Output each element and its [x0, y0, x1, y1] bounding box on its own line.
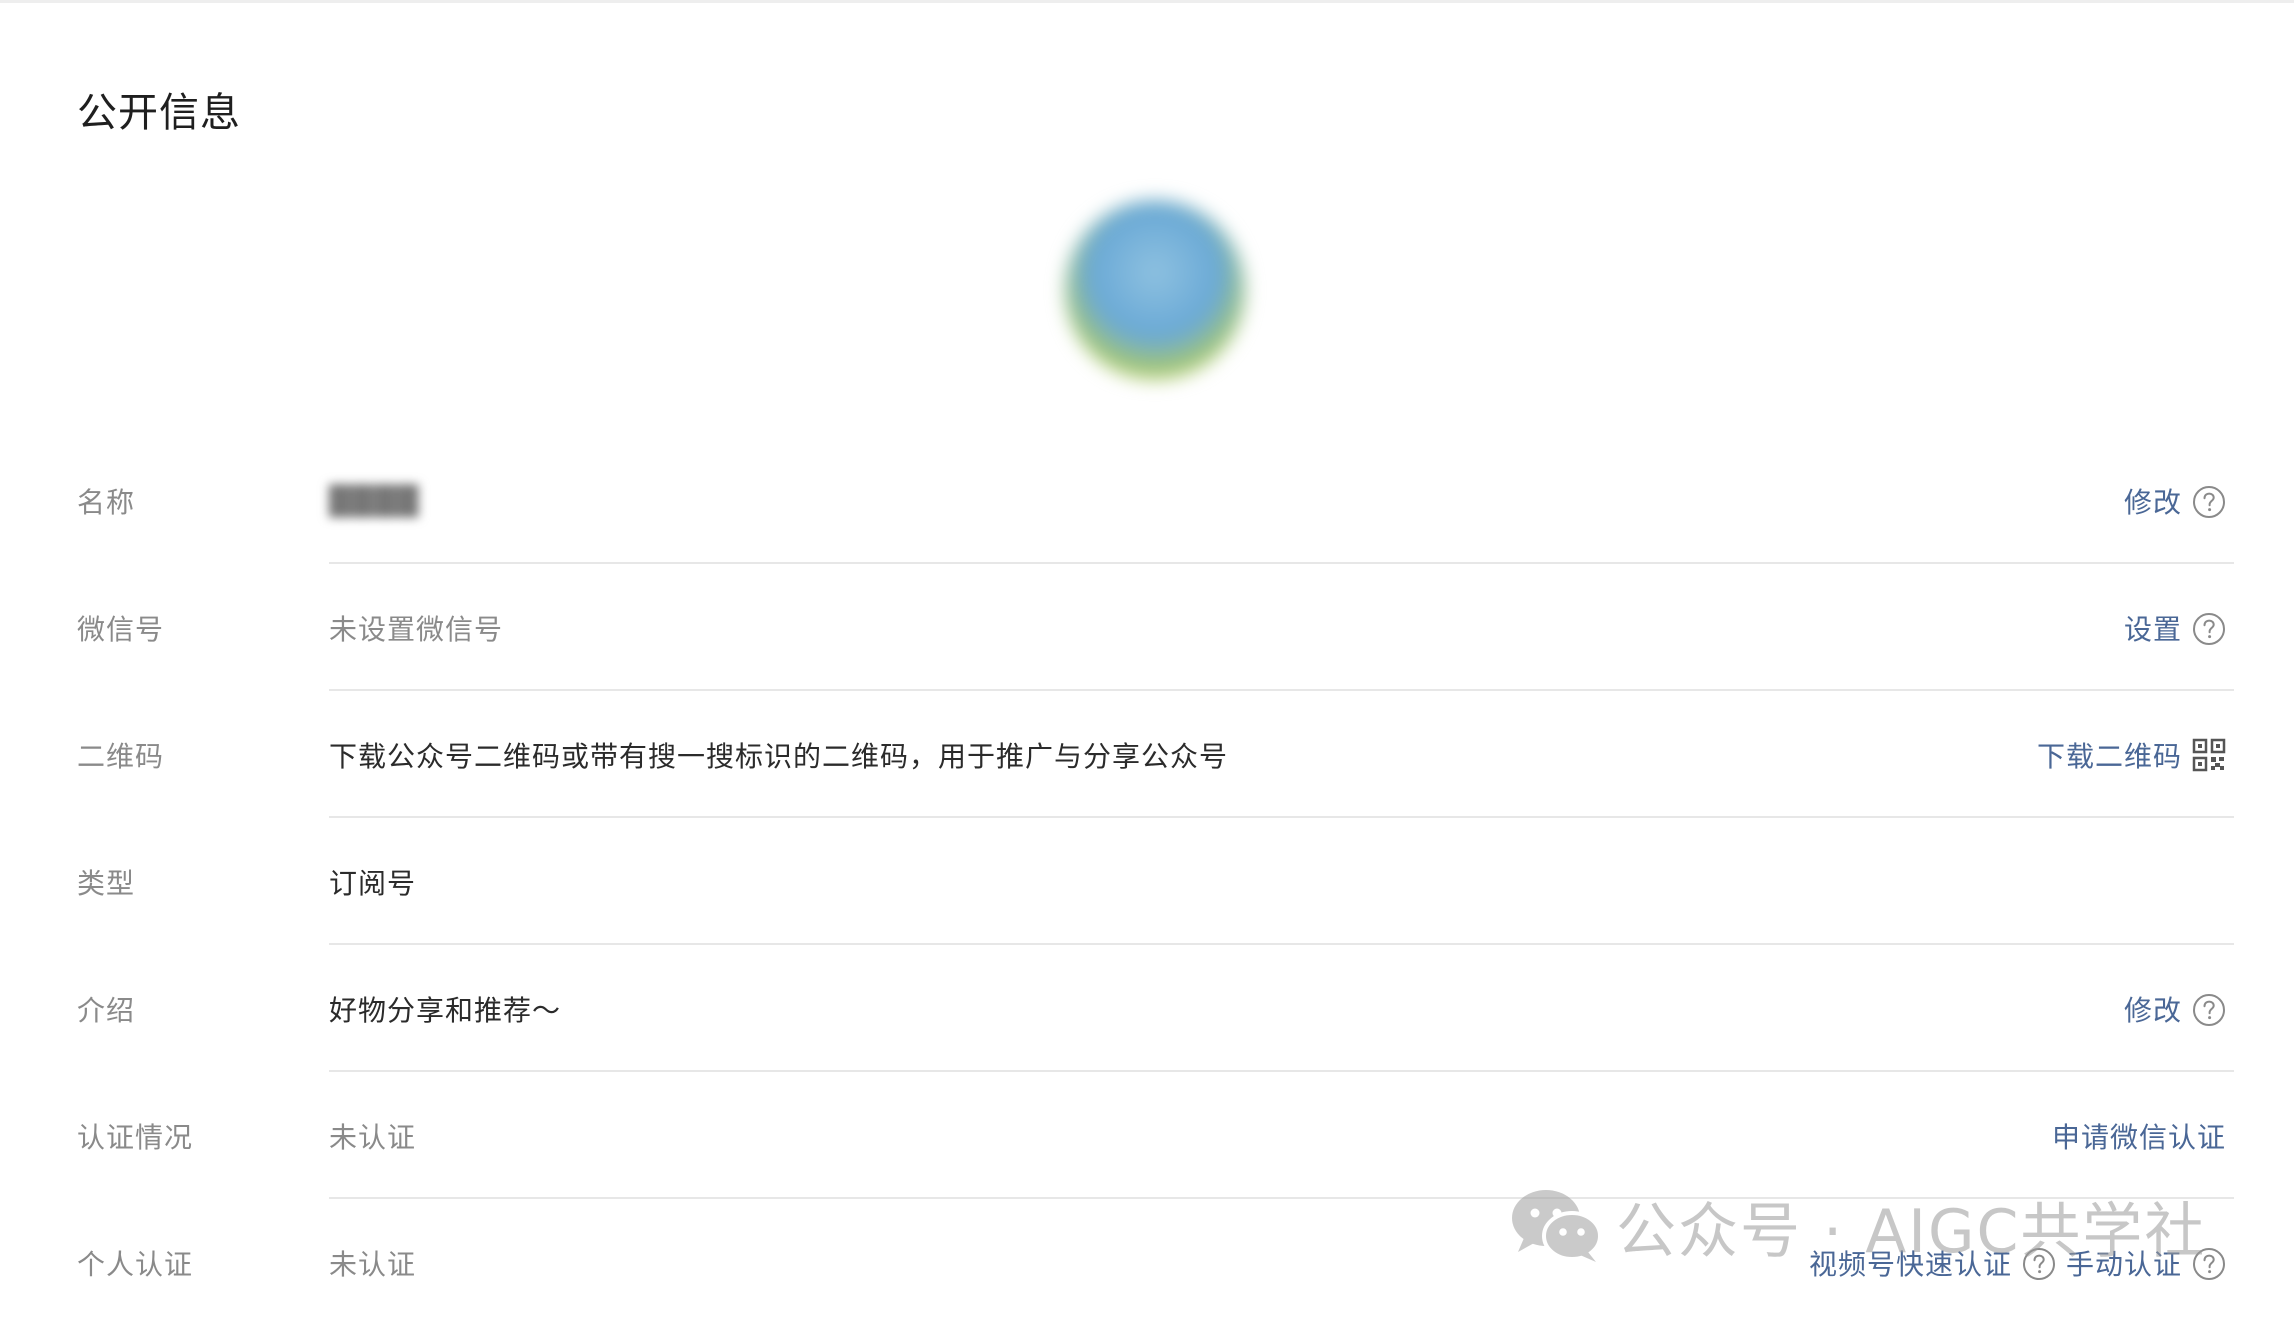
download-qr-link[interactable]: 下载二维码: [2037, 735, 2182, 775]
top-divider: [0, 0, 2294, 3]
question-circle-icon[interactable]: [2192, 993, 2226, 1027]
row-label: 名称: [77, 485, 136, 519]
row-label: 个人认证: [77, 1247, 194, 1281]
row-actions: 设置: [2124, 608, 2226, 648]
row-personal-verification: 个人认证 未认证 视频号快速认证 手动认证: [0, 1199, 2294, 1322]
question-circle-icon[interactable]: [2192, 1247, 2226, 1281]
row-actions: 修改: [2124, 989, 2226, 1029]
personal-verification-value: 未认证: [329, 1247, 417, 1281]
question-circle-icon[interactable]: [2022, 1247, 2056, 1281]
intro-value: 好物分享和推荐～: [329, 993, 562, 1027]
account-type-value: 订阅号: [329, 866, 417, 900]
question-circle-icon[interactable]: [2192, 612, 2226, 646]
row-qr-code: 二维码 下载公众号二维码或带有搜一搜标识的二维码，用于推广与分享公众号 下载二维…: [0, 691, 2294, 818]
row-label: 介绍: [77, 993, 136, 1027]
row-type: 类型 订阅号: [0, 818, 2294, 945]
row-intro: 介绍 好物分享和推荐～ 修改: [0, 945, 2294, 1072]
account-name-value: ████: [329, 484, 420, 517]
row-actions: 下载二维码: [2037, 735, 2226, 775]
row-label: 类型: [77, 866, 136, 900]
row-verification: 认证情况 未认证 申请微信认证: [0, 1072, 2294, 1199]
row-label: 认证情况: [77, 1120, 194, 1154]
row-actions: 修改: [2124, 481, 2226, 521]
public-info-page: 公开信息 名称 ████ 修改 微信号 未设置微信号 设置 二维码 下载公众号二…: [0, 0, 2294, 1322]
row-actions: 申请微信认证: [2052, 1116, 2226, 1156]
set-wechat-id-link[interactable]: 设置: [2124, 608, 2182, 648]
channels-quick-verification-link[interactable]: 视频号快速认证: [1809, 1243, 2012, 1283]
row-label: 微信号: [77, 612, 165, 646]
edit-name-link[interactable]: 修改: [2124, 481, 2182, 521]
avatar[interactable]: [1065, 200, 1245, 380]
qr-code-description: 下载公众号二维码或带有搜一搜标识的二维码，用于推广与分享公众号: [329, 739, 1229, 773]
row-label: 二维码: [77, 739, 165, 773]
row-wechat-id: 微信号 未设置微信号 设置: [0, 564, 2294, 691]
question-circle-icon[interactable]: [2192, 485, 2226, 519]
verification-status-value: 未认证: [329, 1120, 417, 1154]
row-name: 名称 ████ 修改: [0, 437, 2294, 564]
qr-code-icon[interactable]: [2192, 738, 2226, 772]
manual-verification-link[interactable]: 手动认证: [2066, 1243, 2182, 1283]
apply-wechat-verification-link[interactable]: 申请微信认证: [2052, 1116, 2226, 1156]
wechat-id-value: 未设置微信号: [329, 612, 504, 646]
section-title: 公开信息: [77, 90, 241, 136]
edit-intro-link[interactable]: 修改: [2124, 989, 2182, 1029]
info-rows: 名称 ████ 修改 微信号 未设置微信号 设置 二维码 下载公众号二维码或带有…: [0, 437, 2294, 1322]
row-actions: 视频号快速认证 手动认证: [1809, 1243, 2226, 1283]
